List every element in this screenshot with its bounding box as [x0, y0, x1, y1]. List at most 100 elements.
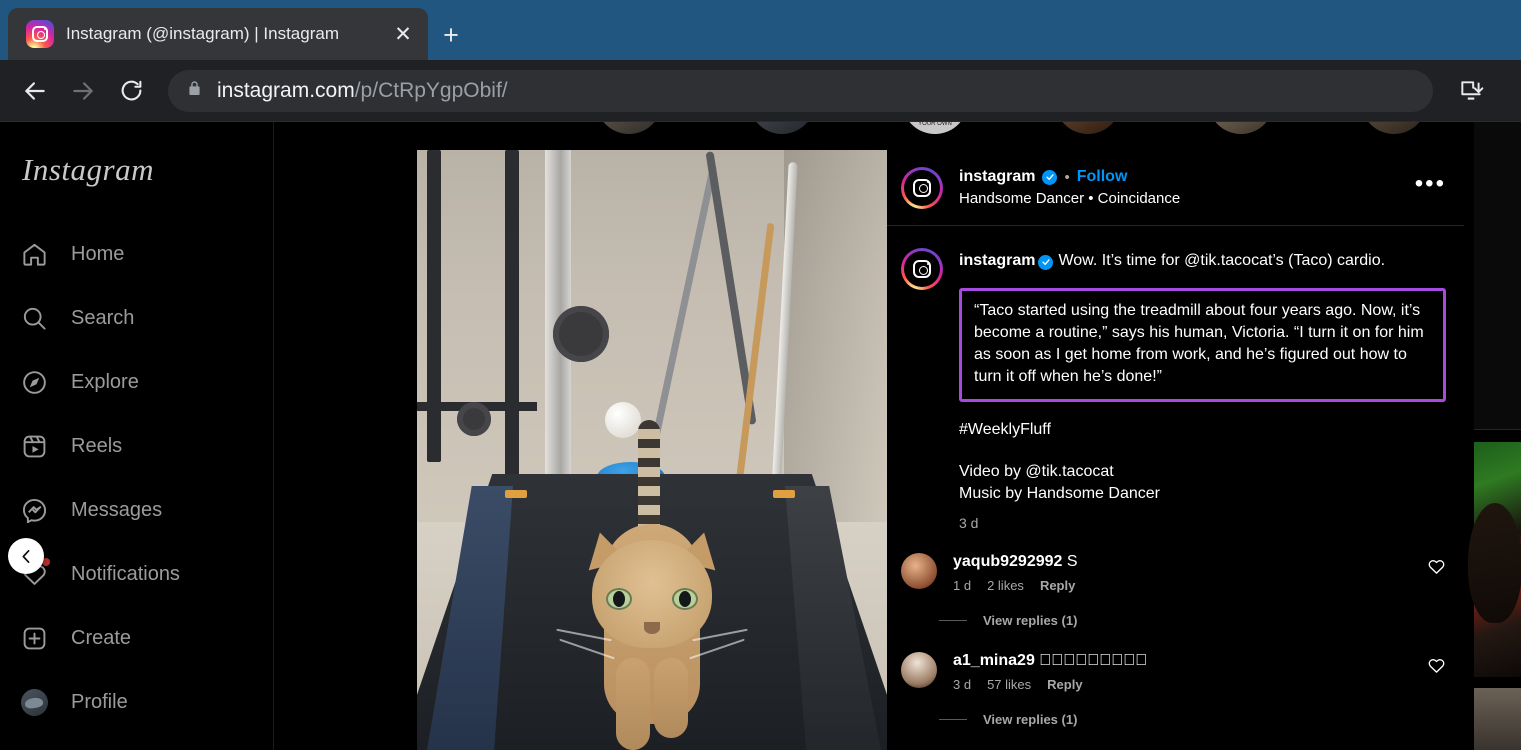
view-replies-label: View replies (1)	[983, 613, 1078, 629]
story-item[interactable]	[1208, 122, 1274, 134]
comment-likes[interactable]: 2 likes	[987, 578, 1024, 593]
stories-strip: HandsomeYOUR OWN	[274, 122, 1521, 150]
comment-text: 􀀀􀀀􀀀􀀀􀀀􀀀􀀀􀀀􀀀	[1039, 652, 1148, 670]
heart-icon[interactable]	[1427, 557, 1446, 581]
story-item[interactable]: HandsomeYOUR OWN	[902, 122, 968, 134]
caption-hashtag[interactable]: #WeeklyFluff	[959, 421, 1446, 439]
lock-icon	[186, 80, 203, 102]
sidebar-item-profile[interactable]: Profile	[0, 670, 273, 734]
peek-image	[1468, 442, 1521, 677]
sidebar-item-label: Create	[71, 626, 132, 649]
comment-likes[interactable]: 57 likes	[987, 677, 1031, 692]
peek-gutter	[1464, 122, 1474, 750]
comment-reply-button[interactable]: Reply	[1047, 677, 1082, 692]
avatar-icon	[18, 686, 50, 718]
forward-button[interactable]	[62, 70, 104, 112]
caption-section: instagram Wow. It’s time for @tik.tacocat…	[887, 226, 1464, 531]
tab-strip: Instagram (@instagram) | Instagram ✕ +	[0, 0, 1521, 60]
reels-icon	[18, 430, 50, 462]
url-host: instagram.com	[217, 78, 355, 102]
avatar[interactable]	[901, 553, 937, 590]
address-bar[interactable]: instagram.com/p/CtRpYgpObif/	[168, 69, 1433, 112]
view-replies-button[interactable]: View replies (1)	[939, 712, 1464, 727]
audio-attribution[interactable]: Handsome Dancer • Coincidance	[959, 190, 1415, 207]
sidebar-item-label: Reels	[71, 434, 123, 457]
credit-music: Music by Handsome Dancer	[959, 484, 1160, 502]
comment-username[interactable]: a1_mina29	[953, 652, 1035, 669]
url-text: instagram.com/p/CtRpYgpObif/	[217, 79, 508, 103]
verified-badge-icon	[1042, 169, 1058, 185]
comment-reply-button[interactable]: Reply	[1040, 578, 1075, 593]
download-icon[interactable]	[1449, 69, 1493, 113]
peek-panel-bottom	[1474, 688, 1521, 750]
tab-title: Instagram (@instagram) | Instagram	[66, 24, 339, 43]
url-path: /p/CtRpYgpObif/	[354, 78, 508, 102]
browser-toolbar: instagram.com/p/CtRpYgpObif/	[0, 60, 1521, 122]
back-button[interactable]	[14, 70, 56, 112]
sidebar-item-label: Explore	[71, 370, 139, 393]
caption-first-line: instagram Wow. It’s time for @tik.tacocat…	[959, 250, 1446, 272]
sidebar-item-search[interactable]: Search	[0, 286, 273, 350]
comment-item: yaqub9292992 S 1 d 2 likes Reply	[887, 553, 1464, 593]
new-tab-button[interactable]: +	[428, 20, 474, 51]
sidebar-item-create[interactable]: Create	[0, 606, 273, 670]
plus-square-icon	[18, 622, 50, 654]
comments-list: yaqub9292992 S 1 d 2 likes Reply View re…	[887, 553, 1464, 727]
caption-credits: Video by @tik.tacocat Music by Handsome …	[959, 461, 1446, 504]
caption-timestamp: 3 d	[959, 515, 979, 532]
collapse-sidebar-button[interactable]	[8, 538, 44, 574]
post-author-header: instagram • Follow Handsome Dancer • Coi…	[887, 150, 1464, 226]
toolbar-edge	[1499, 69, 1507, 113]
browser-window: Instagram (@instagram) | Instagram ✕ + i…	[0, 0, 1521, 750]
comment-username[interactable]: yaqub9292992	[953, 553, 1062, 570]
heart-icon[interactable]	[1427, 656, 1446, 680]
story-item[interactable]	[1055, 122, 1121, 134]
reload-button[interactable]	[110, 70, 152, 112]
instagram-wordmark[interactable]: Instagram	[0, 140, 273, 188]
author-username[interactable]: instagram	[959, 168, 1035, 186]
comment-time: 3 d	[953, 677, 972, 693]
post-detail-panel: instagram • Follow Handsome Dancer • Coi…	[887, 150, 1464, 750]
view-replies-button[interactable]: View replies (1)	[939, 613, 1464, 628]
sidebar-item-messages[interactable]: Messages	[0, 478, 273, 542]
sidebar-item-reels[interactable]: Reels	[0, 414, 273, 478]
divider-line	[939, 620, 967, 622]
post-video[interactable]	[417, 150, 887, 750]
sidebar-item-label: Profile	[71, 690, 128, 713]
adjacent-post-peek[interactable]	[1464, 122, 1521, 750]
avatar[interactable]	[901, 248, 943, 290]
follow-button[interactable]: Follow	[1077, 168, 1128, 186]
search-icon	[18, 302, 50, 334]
sidebar-item-label: Notifications	[71, 562, 180, 585]
sidebar-item-home[interactable]: Home	[0, 222, 273, 286]
avatar[interactable]	[901, 652, 937, 689]
avatar[interactable]	[901, 166, 943, 209]
more-options-icon[interactable]: •••	[1415, 171, 1446, 197]
story-item[interactable]	[749, 122, 815, 134]
instagram-page: Instagram Home Search Explore Reels Mess…	[0, 122, 1521, 750]
sidebar-item-label: Home	[71, 242, 125, 265]
comment-item: a1_mina29 􀀀􀀀􀀀􀀀􀀀􀀀􀀀􀀀􀀀 3 d 57 likes Reply	[887, 652, 1464, 692]
close-icon[interactable]: ✕	[388, 24, 418, 45]
story-item[interactable]	[596, 122, 662, 134]
verified-badge-icon	[1038, 254, 1054, 270]
video-frame	[417, 150, 887, 750]
comment-time: 1 d	[953, 578, 972, 594]
credit-video: Video by @tik.tacocat	[959, 462, 1114, 480]
peek-panel-top	[1474, 122, 1521, 430]
story-item[interactable]	[1361, 122, 1427, 134]
sidebar-item-explore[interactable]: Explore	[0, 350, 273, 414]
sidebar-item-label: Search	[71, 306, 135, 329]
instagram-icon	[26, 20, 54, 48]
comment-meta: 1 d 2 likes Reply	[953, 578, 1446, 593]
comment-body: a1_mina29 􀀀􀀀􀀀􀀀􀀀􀀀􀀀􀀀􀀀	[953, 652, 1446, 670]
sidebar-nav: Home Search Explore Reels Messages Notif…	[0, 222, 273, 734]
caption-username[interactable]: instagram	[959, 252, 1035, 269]
tab-instagram[interactable]: Instagram (@instagram) | Instagram ✕	[8, 8, 428, 60]
comment-meta: 3 d 57 likes Reply	[953, 677, 1446, 692]
home-icon	[18, 238, 50, 270]
compass-icon	[18, 366, 50, 398]
sidebar-item-label: Messages	[71, 498, 163, 521]
comment-text: S	[1066, 553, 1078, 571]
cat-subject	[556, 420, 748, 750]
